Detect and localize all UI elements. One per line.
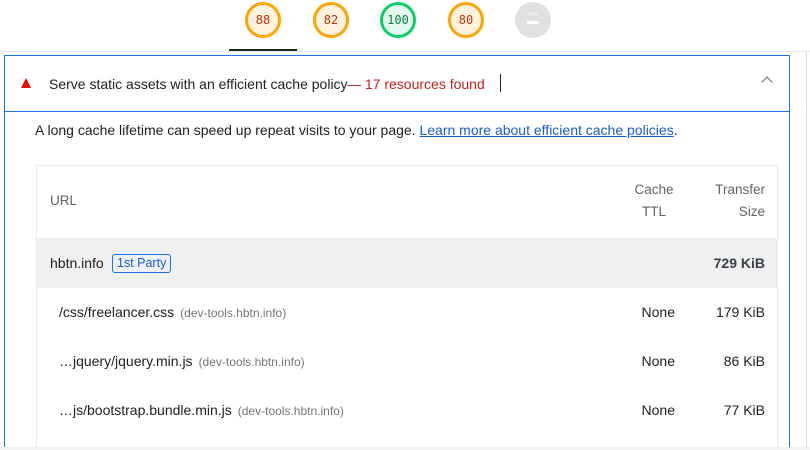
resource-transfer-size: 179 KiB — [715, 304, 765, 320]
pwa-dash-icon — [527, 21, 539, 24]
resource-path: /css/freelancer.css — [59, 304, 175, 320]
table-row: …js/bootstrap.bundle.min.js (dev-tools.hb… — [37, 386, 777, 435]
frame-border — [806, 52, 807, 450]
group-transfer-size: 729 KiB — [713, 255, 765, 271]
resource-cache-ttl: None — [641, 402, 675, 418]
pwa-label: PWA — [528, 12, 538, 18]
column-header-cache-ttl: Cache TTL — [623, 179, 685, 223]
description-suffix: . — [673, 122, 678, 138]
audit-header[interactable]: Serve static assets with an efficient ca… — [5, 56, 789, 112]
resource-transfer-size: 77 KiB — [723, 402, 765, 418]
table-group-row: hbtn.info 1st Party 729 KiB — [37, 238, 777, 288]
transfer-size-header-line2: Size — [738, 204, 765, 219]
best-practices-score-gauge[interactable]: 100 — [380, 2, 416, 38]
transfer-size-header-line1: Transfer — [715, 182, 765, 197]
table-row: …jquery/jquery.min.js (dev-tools.hbtn.inf… — [37, 337, 777, 386]
table-row: /css/freelancer.css (dev-tools.hbtn.info)… — [37, 288, 777, 337]
resource-cache-ttl: None — [641, 304, 675, 320]
column-header-url: URL — [50, 193, 78, 208]
group-entity-name: hbtn.info — [50, 255, 104, 271]
resource-path: …jquery/jquery.min.js — [59, 353, 193, 369]
pwa-score-gauge[interactable]: PWA — [515, 2, 551, 38]
text-cursor — [500, 74, 501, 92]
resource-url[interactable]: …jquery/jquery.min.js (dev-tools.hbtn.inf… — [59, 353, 305, 369]
audit-display-value: — 17 resources found — [347, 76, 485, 92]
resource-cache-ttl: None — [641, 353, 675, 369]
score-gauges: 88 82 100 80 PWA — [0, 0, 810, 52]
audit-title: Serve static assets with an efficient ca… — [49, 76, 348, 92]
details-table: URL Cache TTL Transfer Size hbtn.info 1s… — [36, 165, 778, 450]
column-header-transfer-size: Transfer Size — [697, 179, 765, 223]
chevron-up-icon[interactable] — [761, 76, 773, 88]
cache-ttl-header-line2: TTL — [641, 204, 666, 219]
resource-url[interactable]: /css/freelancer.css (dev-tools.hbtn.info) — [59, 304, 286, 320]
resource-path: …js/bootstrap.bundle.min.js — [59, 402, 232, 418]
resource-host: (dev-tools.hbtn.info) — [180, 306, 287, 320]
fail-triangle-icon — [21, 78, 31, 88]
description-text: A long cache lifetime can speed up repea… — [35, 122, 416, 138]
resource-transfer-size: 86 KiB — [723, 353, 765, 369]
first-party-badge: 1st Party — [112, 254, 172, 273]
resource-url[interactable]: …js/bootstrap.bundle.min.js (dev-tools.hb… — [59, 402, 344, 418]
divider — [0, 51, 810, 52]
resource-host: (dev-tools.hbtn.info) — [198, 355, 305, 369]
resource-host: (dev-tools.hbtn.info) — [237, 404, 344, 418]
audit-description: A long cache lifetime can speed up repea… — [35, 122, 678, 138]
audit-uses-long-cache-ttl: Serve static assets with an efficient ca… — [4, 55, 790, 450]
seo-score-gauge[interactable]: 80 — [448, 2, 484, 38]
performance-score-gauge[interactable]: 88 — [245, 2, 281, 38]
learn-more-link[interactable]: Learn more about efficient cache policie… — [419, 122, 673, 138]
accessibility-score-gauge[interactable]: 82 — [313, 2, 349, 38]
cache-ttl-header-line1: Cache — [634, 182, 674, 197]
